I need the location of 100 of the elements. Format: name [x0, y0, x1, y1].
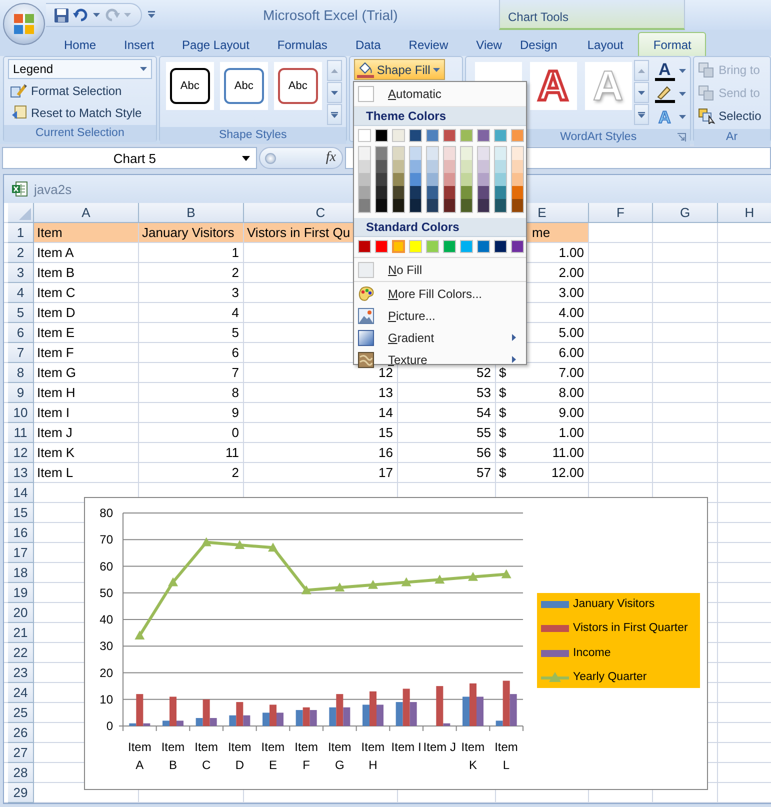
- row-header[interactable]: 3: [8, 263, 34, 283]
- shape-style-swatch[interactable]: Abc: [166, 62, 214, 110]
- row-header[interactable]: 17: [8, 543, 34, 563]
- row-header[interactable]: 8: [8, 363, 34, 383]
- row-header[interactable]: 18: [8, 563, 34, 583]
- color-swatch[interactable]: [427, 147, 438, 160]
- color-swatch[interactable]: [426, 240, 439, 253]
- color-swatch[interactable]: [478, 160, 489, 173]
- color-swatch[interactable]: [392, 240, 405, 253]
- row-header[interactable]: 20: [8, 603, 34, 623]
- customize-menu-icon[interactable]: [148, 11, 155, 19]
- color-swatch[interactable]: [393, 160, 404, 173]
- row-header[interactable]: 1: [8, 223, 34, 243]
- redo-icon[interactable]: [104, 8, 120, 22]
- color-swatch[interactable]: [393, 173, 404, 186]
- insert-function-button[interactable]: fx: [326, 150, 336, 166]
- row-header[interactable]: 28: [8, 763, 34, 783]
- color-swatch[interactable]: [375, 129, 388, 142]
- save-icon[interactable]: [54, 8, 69, 22]
- chart-area[interactable]: 0 10 20 30 40 50 60 70 80 Item A Item B Item C Item D Item E Item F Item G Item H Item I Item J Item K Item L January Visitors Vistors in First Quarter Income Yearly Quarter: [84, 497, 708, 790]
- ribbon-tab[interactable]: Insert: [110, 32, 168, 56]
- resize-handle[interactable]: [265, 152, 276, 164]
- ribbon-tab[interactable]: Format: [638, 32, 706, 56]
- color-swatch[interactable]: [461, 186, 472, 199]
- scroll-up-button[interactable]: [634, 60, 649, 81]
- color-swatch[interactable]: [410, 160, 421, 173]
- row-header[interactable]: 14: [8, 483, 34, 503]
- column-header[interactable]: G: [653, 203, 718, 223]
- color-swatch[interactable]: [393, 186, 404, 199]
- color-swatch[interactable]: [393, 147, 404, 160]
- menu-item[interactable]: Gradient: [388, 331, 434, 345]
- shape-style-swatch[interactable]: Abc: [274, 62, 322, 110]
- chart-element-dropdown[interactable]: Legend: [8, 59, 152, 79]
- color-swatch[interactable]: [427, 160, 438, 173]
- row-header[interactable]: 2: [8, 243, 34, 263]
- scroll-down-button[interactable]: [634, 82, 649, 103]
- text-outline-button[interactable]: [654, 84, 686, 104]
- row-header[interactable]: 7: [8, 343, 34, 363]
- color-swatch[interactable]: [461, 160, 472, 173]
- color-swatch[interactable]: [461, 147, 472, 160]
- color-swatch[interactable]: [359, 147, 370, 160]
- color-swatch[interactable]: [392, 129, 405, 142]
- color-swatch[interactable]: [477, 129, 490, 142]
- row-header[interactable]: 25: [8, 703, 34, 723]
- color-swatch[interactable]: [359, 199, 370, 212]
- color-swatch[interactable]: [461, 173, 472, 186]
- caret-icon[interactable]: [93, 13, 100, 17]
- color-swatch[interactable]: [376, 173, 387, 186]
- color-swatch[interactable]: [444, 199, 455, 212]
- color-swatch[interactable]: [358, 86, 374, 102]
- row-header[interactable]: 23: [8, 663, 34, 683]
- name-box[interactable]: Chart 5: [2, 147, 257, 169]
- color-swatch[interactable]: [478, 173, 489, 186]
- row-header[interactable]: 21: [8, 623, 34, 643]
- row-header[interactable]: 29: [8, 783, 34, 803]
- row-header[interactable]: 24: [8, 683, 34, 703]
- menu-item[interactable]: No Fill: [388, 262, 422, 276]
- color-swatch[interactable]: [512, 160, 523, 173]
- color-swatch[interactable]: [427, 199, 438, 212]
- shape-style-swatch[interactable]: Abc: [220, 62, 268, 110]
- undo-icon[interactable]: [73, 8, 89, 22]
- format-selection-button[interactable]: Format Selection: [8, 80, 152, 101]
- column-header[interactable]: H: [718, 203, 771, 223]
- color-swatch[interactable]: [511, 129, 524, 142]
- color-swatch[interactable]: [512, 173, 523, 186]
- color-swatch[interactable]: [444, 160, 455, 173]
- color-swatch[interactable]: [512, 199, 523, 212]
- color-swatch[interactable]: [495, 173, 506, 186]
- text-fill-button[interactable]: A: [654, 61, 686, 81]
- color-swatch[interactable]: [359, 186, 370, 199]
- color-swatch[interactable]: [376, 199, 387, 212]
- color-swatch[interactable]: [427, 173, 438, 186]
- row-header[interactable]: 26: [8, 723, 34, 743]
- color-swatch[interactable]: [410, 199, 421, 212]
- color-swatch[interactable]: [376, 147, 387, 160]
- color-swatch[interactable]: [494, 129, 507, 142]
- more-styles-button[interactable]: [326, 104, 342, 125]
- color-swatch[interactable]: [409, 240, 422, 253]
- more-styles-button[interactable]: [634, 104, 649, 125]
- color-swatch[interactable]: [426, 129, 439, 142]
- color-swatch[interactable]: [460, 129, 473, 142]
- color-swatch[interactable]: [495, 199, 506, 212]
- wordart-style[interactable]: A: [530, 62, 577, 110]
- menu-item[interactable]: More Fill Colors...: [388, 287, 482, 301]
- color-swatch[interactable]: [478, 186, 489, 199]
- selection-pane-button[interactable]: Selectio: [698, 105, 766, 127]
- scroll-down-button[interactable]: [326, 82, 342, 103]
- legend[interactable]: January Visitors Vistors in First Quarter Income Yearly Quarter: [537, 593, 700, 688]
- color-swatch[interactable]: [410, 173, 421, 186]
- color-swatch[interactable]: [460, 240, 473, 253]
- menu-item[interactable]: Picture...: [388, 309, 436, 323]
- ribbon-tab[interactable]: Review: [394, 32, 462, 56]
- column-header[interactable]: F: [589, 203, 653, 223]
- row-header[interactable]: 16: [8, 523, 34, 543]
- color-swatch[interactable]: [410, 186, 421, 199]
- shape-fill-button[interactable]: Shape Fill: [354, 59, 446, 80]
- color-swatch[interactable]: [478, 147, 489, 160]
- reset-style-button[interactable]: Reset to Match Style: [8, 102, 152, 123]
- row-header[interactable]: 5: [8, 303, 34, 323]
- row-header[interactable]: 6: [8, 323, 34, 343]
